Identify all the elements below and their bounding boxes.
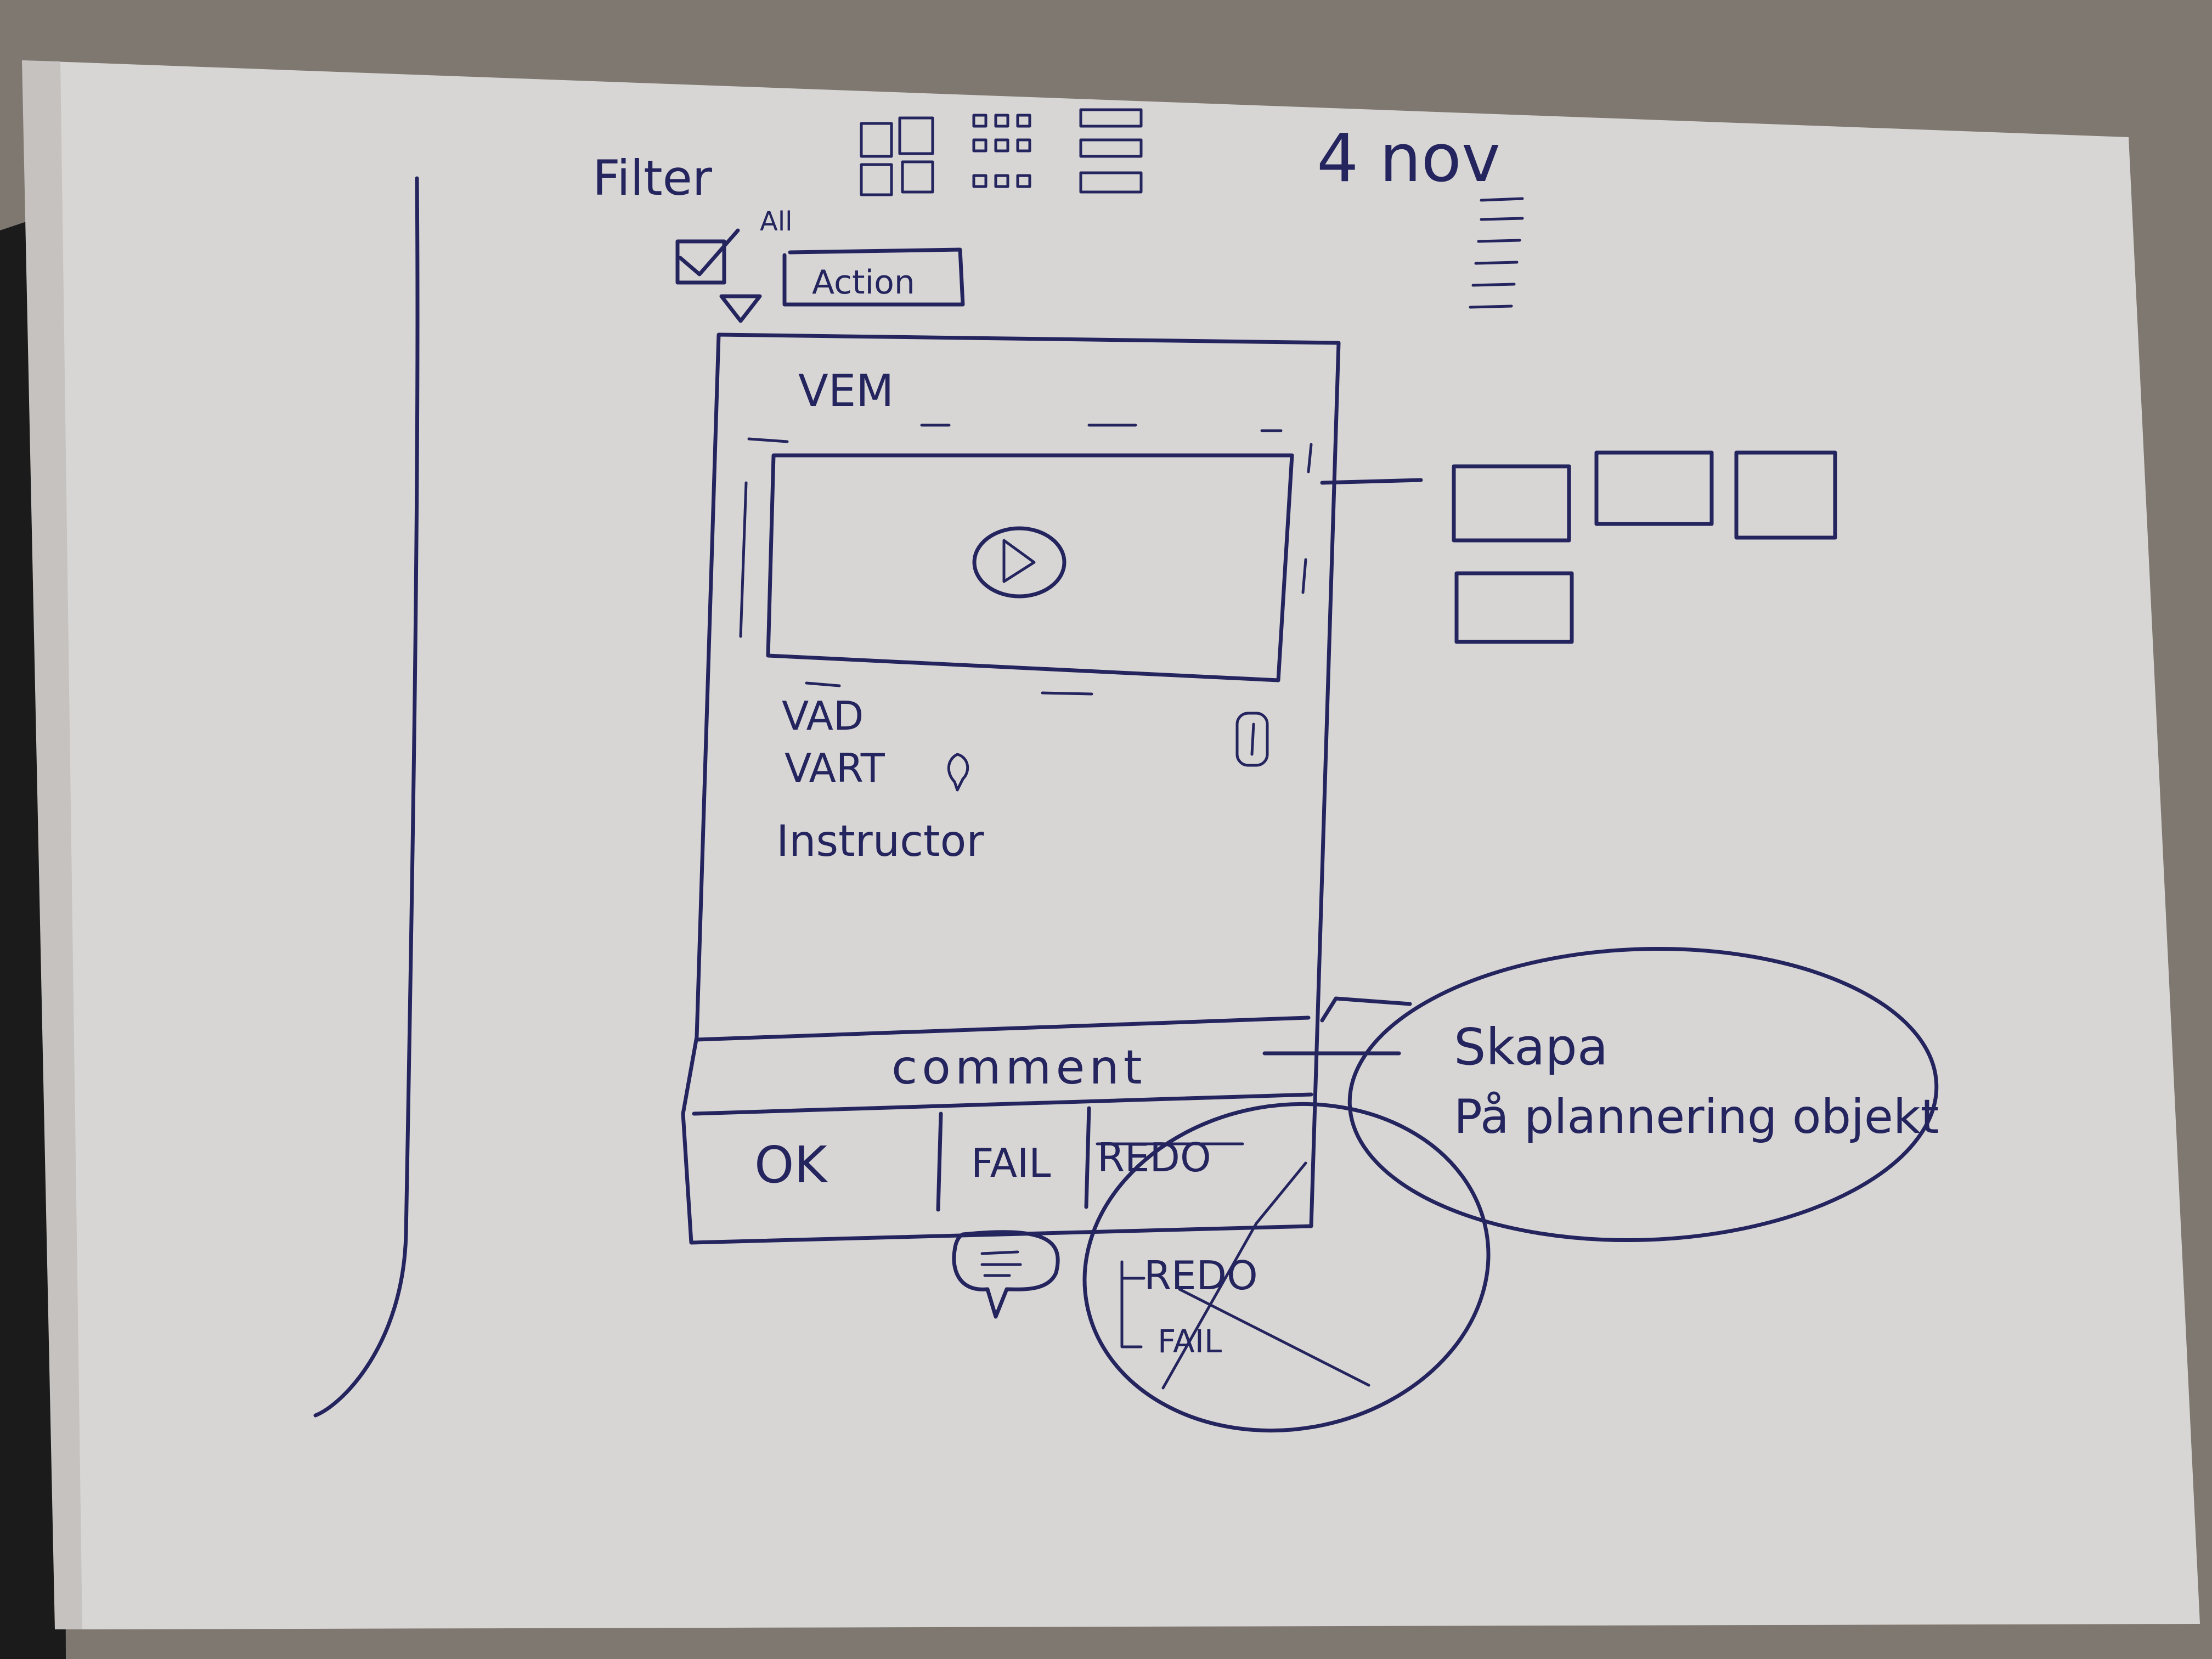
ok-button[interactable]: OK [754, 1136, 828, 1194]
popup-redo-option[interactable]: REDO [1144, 1252, 1258, 1299]
button-divider [936, 1111, 943, 1212]
redo-button-label: REDO [1097, 1135, 1211, 1181]
thumbnail-connector [1320, 478, 1423, 485]
filter-label[interactable]: Filter [592, 150, 713, 206]
comment-label[interactable]: comment [891, 1040, 1147, 1095]
all-label: All [760, 206, 793, 237]
note-line1: Skapa [1454, 1018, 1608, 1076]
who-label: VEM [798, 365, 894, 416]
dash [1041, 691, 1093, 696]
where-label: VART [785, 745, 885, 791]
compact-grid-view-icon[interactable] [972, 114, 1031, 188]
action-label: Action [812, 263, 915, 302]
paper-sheet [22, 60, 2200, 1629]
note-line2: På plannering objekt [1454, 1090, 1939, 1144]
button-divider [1084, 1106, 1091, 1209]
date-label: 4 nov [1317, 121, 1500, 197]
fail-button[interactable]: FAIL [971, 1140, 1051, 1186]
what-label: VAD [782, 693, 864, 739]
instructor-label: Instructor [776, 817, 984, 866]
sketch-photo: Filter 4 nov All Action VEM VAD VART Ins… [0, 0, 2212, 1659]
